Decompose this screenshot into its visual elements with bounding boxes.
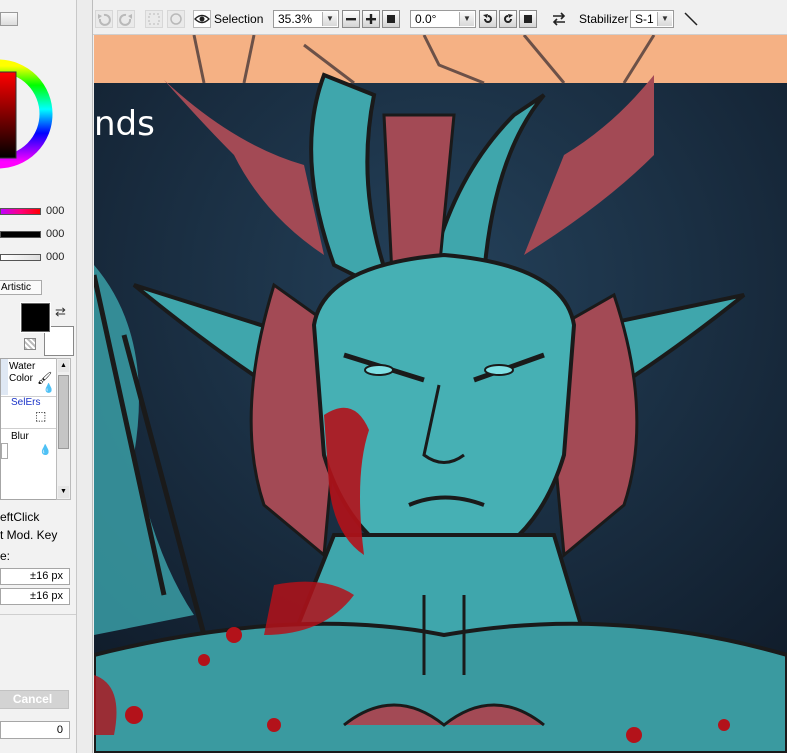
- square-icon: [387, 15, 395, 23]
- zoom-out-button[interactable]: [342, 10, 360, 28]
- mod-key-label: t Mod. Key: [0, 528, 58, 542]
- tool-cell-brush[interactable]: [1, 359, 8, 395]
- scroll-thumb[interactable]: [58, 375, 69, 449]
- tool-blur-label: Blur: [11, 431, 29, 442]
- undo-icon: [98, 13, 111, 26]
- water-drop-icon: 💧: [43, 383, 55, 393]
- selection-label: Selection: [214, 12, 264, 26]
- size-label: e:: [0, 549, 11, 563]
- transparent-color-icon[interactable]: [24, 338, 36, 350]
- saturation-value: 000: [46, 228, 65, 240]
- size-x-field[interactable]: ±16 px: [0, 568, 70, 585]
- invert-selection-button[interactable]: [167, 10, 185, 28]
- diagonal-line-icon: [684, 12, 698, 26]
- canvas-title-text: nds: [94, 104, 155, 144]
- selection-visibility-toggle[interactable]: [193, 10, 211, 28]
- artwork: nds: [94, 35, 787, 753]
- redo-icon: [119, 13, 132, 26]
- rotation-dropdown-icon[interactable]: ▼: [459, 12, 474, 26]
- redo-button[interactable]: [117, 10, 135, 28]
- hue-slider[interactable]: [0, 208, 41, 215]
- canvas-area[interactable]: nds: [94, 35, 787, 753]
- tool-cell-left[interactable]: [1, 443, 8, 459]
- rotation-value: 0.0°: [415, 12, 437, 26]
- size-y-value: ±16 px: [30, 590, 63, 602]
- selection-eraser-icon: ⬚: [35, 409, 47, 423]
- stabilizer-label: Stabilizer: [579, 12, 629, 26]
- rotate-right-button[interactable]: [499, 10, 517, 28]
- hue-value: 000: [46, 205, 65, 217]
- deselect-button[interactable]: [145, 10, 163, 28]
- left-panel: 000 000 000 Artistic ⇄ Water Color 🖌 💧 S…: [0, 0, 76, 753]
- scroll-up-icon[interactable]: ▲: [58, 360, 69, 372]
- stabilizer-dropdown-icon[interactable]: ▼: [657, 12, 672, 26]
- bottom-value-field[interactable]: 0: [0, 721, 70, 739]
- minus-icon: [346, 18, 356, 21]
- plus-icon: [366, 14, 376, 24]
- zoom-combo[interactable]: 35.3% ▼: [273, 10, 339, 28]
- size-y-field[interactable]: ±16 px: [0, 588, 70, 605]
- artistic-mode-label: Artistic: [1, 282, 31, 293]
- flip-horizontal-button[interactable]: [550, 10, 568, 28]
- toolbar: Selection 35.3% ▼ 0.0° ▼ Stabilizer S-1 …: [93, 0, 787, 35]
- zoom-reset-button[interactable]: [382, 10, 400, 28]
- zoom-value: 35.3%: [278, 12, 313, 26]
- rotate-left-button[interactable]: [479, 10, 497, 28]
- rotate-left-icon: [483, 14, 492, 23]
- color-wheel[interactable]: [0, 36, 58, 196]
- primary-color-swatch[interactable]: [20, 302, 51, 333]
- left-click-label: eftClick: [0, 510, 40, 524]
- tool-grid: Water Color 🖌 💧 SelErs ⬚ Blur 💧: [0, 358, 57, 500]
- value-slider[interactable]: [0, 254, 41, 261]
- stabilizer-value: S-1: [635, 12, 654, 26]
- invert-selection-icon: [170, 13, 182, 25]
- line-tool-button[interactable]: [682, 10, 700, 28]
- panel-splitter[interactable]: [76, 0, 93, 753]
- zoom-in-button[interactable]: [362, 10, 380, 28]
- zoom-dropdown-icon[interactable]: ▼: [322, 12, 337, 26]
- tool-selection-eraser-label: SelErs: [11, 397, 41, 408]
- square-icon: [524, 15, 532, 23]
- saturation-slider[interactable]: [0, 231, 41, 238]
- value-value: 000: [46, 251, 65, 263]
- deselect-icon: [148, 13, 160, 25]
- rotation-reset-button[interactable]: [519, 10, 537, 28]
- undo-button[interactable]: [95, 10, 113, 28]
- rotation-combo[interactable]: 0.0° ▼: [410, 10, 476, 28]
- bottom-value: 0: [56, 724, 63, 736]
- cancel-button[interactable]: Cancel: [0, 690, 69, 709]
- tool-grid-scrollbar[interactable]: ▲ ▼: [56, 358, 71, 500]
- scroll-down-icon[interactable]: ▼: [58, 486, 69, 498]
- artistic-mode-tab[interactable]: Artistic: [0, 280, 42, 295]
- flip-arrows-icon: [552, 12, 566, 26]
- tool-water-color-label: Water Color: [9, 361, 36, 384]
- eye-icon: [194, 14, 210, 24]
- panel-toggle-button[interactable]: [0, 12, 18, 26]
- swap-colors-icon[interactable]: ⇄: [55, 304, 66, 320]
- stabilizer-combo[interactable]: S-1 ▼: [630, 10, 674, 28]
- cancel-label: Cancel: [12, 692, 53, 706]
- rotate-right-icon: [504, 14, 513, 23]
- blur-drop-icon: 💧: [39, 445, 52, 456]
- size-x-value: ±16 px: [30, 570, 63, 582]
